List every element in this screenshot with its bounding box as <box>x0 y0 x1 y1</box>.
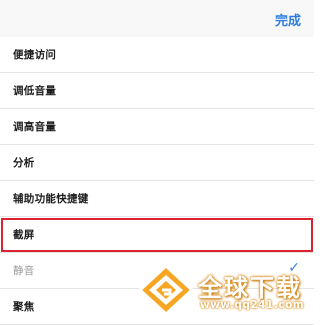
list-item-volume-up[interactable]: 调高音量 <box>0 109 314 145</box>
navigation-bar: 完成 <box>0 0 314 38</box>
list-item-label: 截屏 <box>13 229 35 241</box>
list-item-accessibility-shortcut[interactable]: 辅助功能快捷键 <box>0 181 314 217</box>
options-list: 便捷访问 调低音量 调高音量 分析 辅助功能快捷键 截屏 静音 ✓ 聚焦 <box>0 37 314 325</box>
list-item-mute[interactable]: 静音 ✓ <box>0 253 314 289</box>
list-item-label: 调低音量 <box>13 85 57 97</box>
checkmark-icon: ✓ <box>288 260 300 276</box>
list-item-volume-down[interactable]: 调低音量 <box>0 73 314 109</box>
list-item-screenshot[interactable]: 截屏 <box>0 217 314 253</box>
list-item-analytics[interactable]: 分析 <box>0 145 314 181</box>
list-item-label: 辅助功能快捷键 <box>13 193 89 205</box>
list-item-label: 调高音量 <box>13 121 57 133</box>
done-button[interactable]: 完成 <box>275 10 301 29</box>
list-item-easy-access[interactable]: 便捷访问 <box>0 37 314 73</box>
list-item-zoom[interactable]: 聚焦 <box>0 289 314 325</box>
list-item-label: 便捷访问 <box>13 49 57 61</box>
list-item-label: 分析 <box>13 157 35 169</box>
list-item-label: 聚焦 <box>13 301 35 313</box>
list-item-label: 静音 <box>13 265 35 277</box>
